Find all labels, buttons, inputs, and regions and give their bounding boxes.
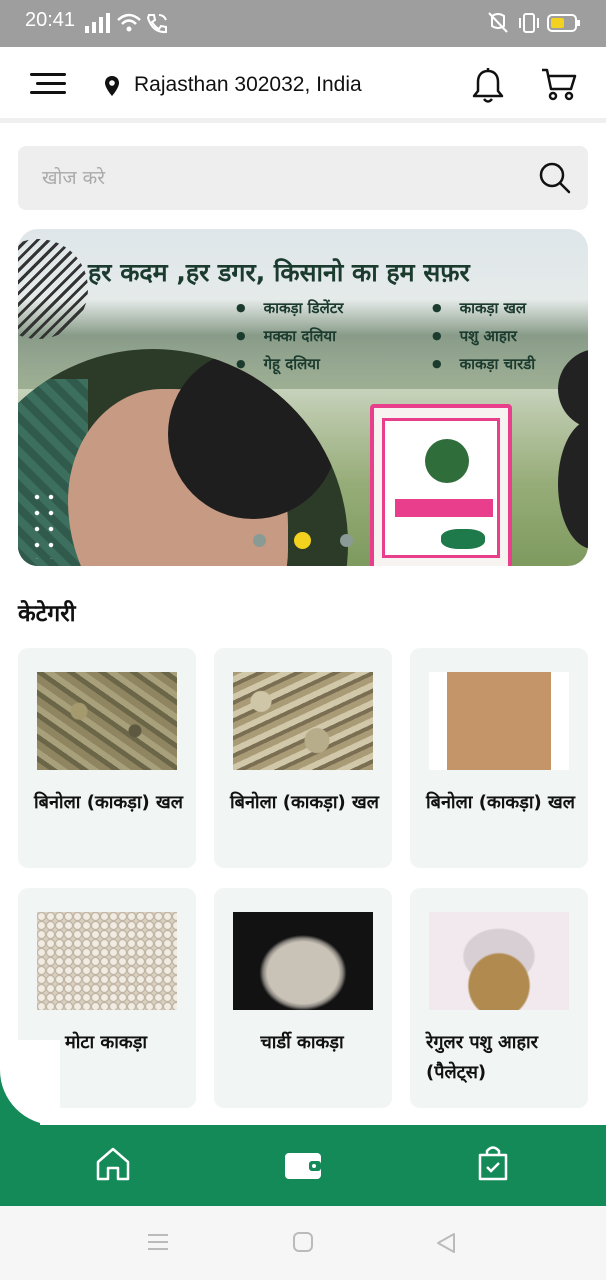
carousel-indicator: [18, 529, 588, 549]
product-image: [37, 912, 177, 1010]
category-card[interactable]: बिनोला (काकड़ा) खल: [410, 648, 588, 868]
category-label: बिनोला (काकड़ा) खल: [34, 792, 183, 813]
category-card[interactable]: बिनोला (काकड़ा) खल: [18, 648, 196, 868]
product-image: [233, 912, 373, 1010]
category-label: बिनोला (काकड़ा) खल: [426, 792, 575, 813]
bell-icon[interactable]: [471, 67, 505, 105]
recents-icon[interactable]: [147, 1232, 169, 1252]
product-image: [429, 672, 569, 770]
battery-icon: [547, 14, 580, 32]
banner-list-right: काकड़ा खल पशु आहार काकड़ा चारडी: [432, 295, 536, 379]
carousel-dot[interactable]: [253, 534, 266, 547]
location-text[interactable]: Rajasthan 302032, India: [134, 73, 362, 97]
category-label: रेगुलर पशु आहार (पैलेट्स): [426, 1032, 539, 1083]
banner-list-item: मक्का दलिया: [236, 323, 343, 351]
category-card[interactable]: रेगुलर पशु आहार (पैलेट्स): [410, 888, 588, 1108]
system-navigation-bar: [0, 1206, 606, 1280]
status-time: 20:41: [25, 9, 76, 31]
orders-bag-icon[interactable]: [476, 1143, 510, 1183]
app-header: Rajasthan 302032, India: [0, 47, 606, 123]
cart-icon[interactable]: [540, 67, 578, 103]
location-pin-icon: [105, 76, 119, 96]
wallet-icon[interactable]: [283, 1149, 323, 1181]
product-image: [37, 672, 177, 770]
category-heading: केटेगरी: [18, 601, 76, 627]
home-circle-icon[interactable]: [293, 1232, 313, 1252]
back-icon[interactable]: [436, 1232, 456, 1254]
promo-banner[interactable]: हर कदम ,हर डगर, किसानो का हम सफ़र काकड़ा…: [18, 229, 588, 566]
category-label: बिनोला (काकड़ा) खल: [230, 792, 379, 813]
signal-icon: [85, 13, 110, 33]
wifi-call-icon: [146, 14, 167, 34]
vibrate-off-icon: [488, 12, 508, 33]
category-label: चार्डी काकड़ा: [260, 1032, 344, 1053]
banner-headline: हर कदम ,हर डगर, किसानो का हम सफ़र: [88, 258, 470, 287]
search-bar: [18, 146, 588, 210]
banner-list-item: काकड़ा चारडी: [432, 351, 536, 379]
category-card[interactable]: बिनोला (काकड़ा) खल: [214, 648, 392, 868]
vibrate-icon: [519, 13, 539, 33]
carousel-dot-active[interactable]: [294, 532, 311, 549]
carousel-dot[interactable]: [340, 534, 353, 547]
product-image: [429, 912, 569, 1010]
banner-list-item: गेहू दलिया: [236, 351, 343, 379]
banner-list-item: पशु आहार: [432, 323, 535, 351]
banner-list-item: काकड़ा डिलेंटर: [236, 295, 344, 323]
banner-list-item: काकड़ा खल: [432, 295, 535, 323]
search-input[interactable]: [42, 146, 522, 210]
wifi-icon: [117, 13, 141, 32]
search-icon[interactable]: [538, 161, 572, 195]
category-card[interactable]: चार्डी काकड़ा: [214, 888, 392, 1108]
home-icon[interactable]: [94, 1145, 132, 1183]
status-bar: 20:41: [0, 0, 606, 47]
bottom-navigation: [0, 1125, 606, 1206]
product-image: [233, 672, 373, 770]
banner-list-left: काकड़ा डिलेंटर मक्का दलिया गेहू दलिया: [236, 295, 344, 379]
menu-icon[interactable]: [30, 73, 66, 99]
